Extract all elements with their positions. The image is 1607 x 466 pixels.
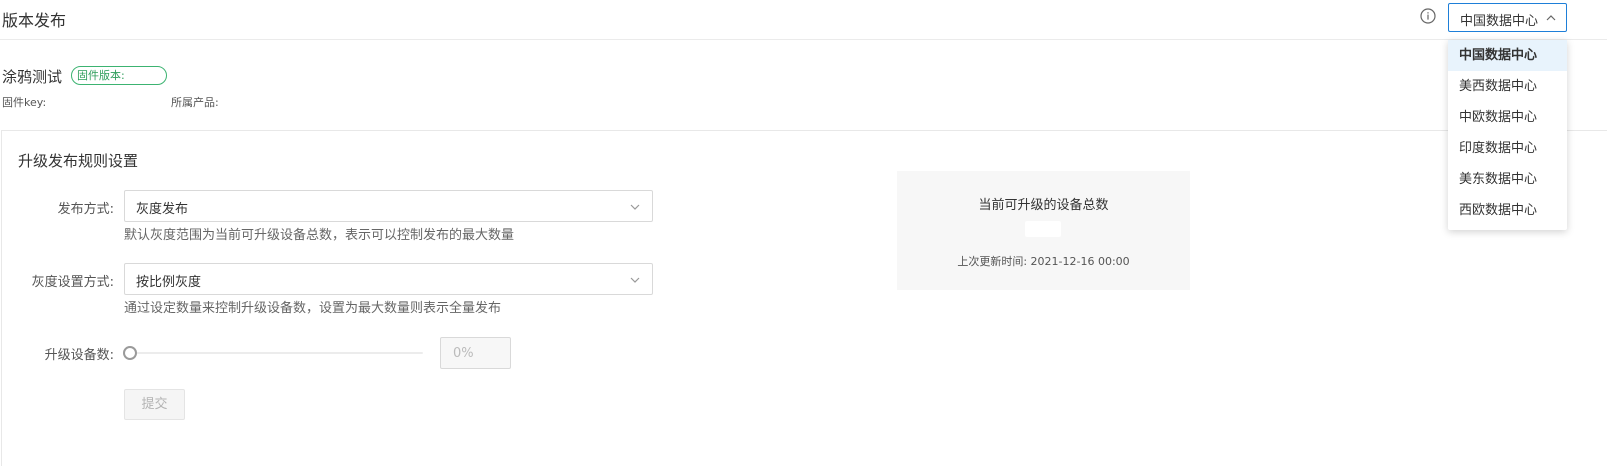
device-count-slider-track[interactable] (125, 352, 423, 354)
chevron-down-icon (630, 277, 640, 283)
stats-last-updated: 上次更新时间: 2021-12-16 00:00 (957, 255, 1130, 268)
region-option[interactable]: 中欧数据中心 (1448, 102, 1567, 133)
region-dropdown: 中国数据中心 美西数据中心 中欧数据中心 印度数据中心 美东数据中心 西欧数据中… (1448, 40, 1567, 230)
region-option[interactable]: 中国数据中心 (1448, 40, 1567, 71)
page-title: 版本发布 (2, 11, 67, 30)
gray-mode-hint: 通过设定数量来控制升级设备数，设置为最大数量则表示全量发布 (124, 301, 502, 316)
device-stats-card: 当前可升级的设备总数 上次更新时间: 2021-12-16 00:00 (897, 171, 1190, 290)
firmware-name: 涂鸦测试 (2, 68, 63, 86)
device-count-label: 升级设备数: (44, 348, 114, 363)
chevron-up-icon (1546, 15, 1556, 21)
publish-method-hint: 默认灰度范围为当前可升级设备总数，表示可以控制发布的最大数量 (124, 228, 515, 243)
product-label: 所属产品: (171, 96, 219, 109)
region-option[interactable]: 美东数据中心 (1448, 164, 1567, 195)
chevron-down-icon (630, 204, 640, 210)
page-header: 版本发布 中国数据中心 (0, 0, 1607, 40)
region-select-label: 中国数据中心 (1460, 14, 1539, 29)
firmware-key-label: 固件key: (2, 96, 47, 109)
publish-method-value: 灰度发布 (136, 202, 189, 217)
info-icon[interactable] (1420, 8, 1436, 24)
region-option[interactable]: 美西数据中心 (1448, 71, 1567, 102)
stats-title: 当前可升级的设备总数 (978, 198, 1109, 213)
region-select[interactable]: 中国数据中心 (1448, 3, 1567, 32)
gray-mode-label: 灰度设置方式: (31, 275, 114, 290)
section-title: 升级发布规则设置 (18, 152, 139, 170)
submit-button[interactable]: 提交 (124, 389, 185, 420)
stats-value-placeholder (1025, 221, 1061, 237)
publish-method-label: 发布方式: (57, 202, 114, 217)
gray-mode-value: 按比例灰度 (136, 275, 202, 290)
publish-method-select[interactable]: 灰度发布 (124, 190, 653, 222)
publish-rules-panel: 升级发布规则设置 发布方式: 灰度发布 默认灰度范围为当前可升级设备总数，表示可… (1, 130, 1607, 466)
region-option[interactable]: 西欧数据中心 (1448, 195, 1567, 226)
region-option[interactable]: 印度数据中心 (1448, 133, 1567, 164)
device-count-percent-input[interactable]: 0% (440, 337, 511, 369)
gray-mode-select[interactable]: 按比例灰度 (124, 263, 653, 295)
device-count-slider-handle[interactable] (123, 346, 137, 360)
firmware-version-badge: 固件版本: (71, 66, 167, 85)
